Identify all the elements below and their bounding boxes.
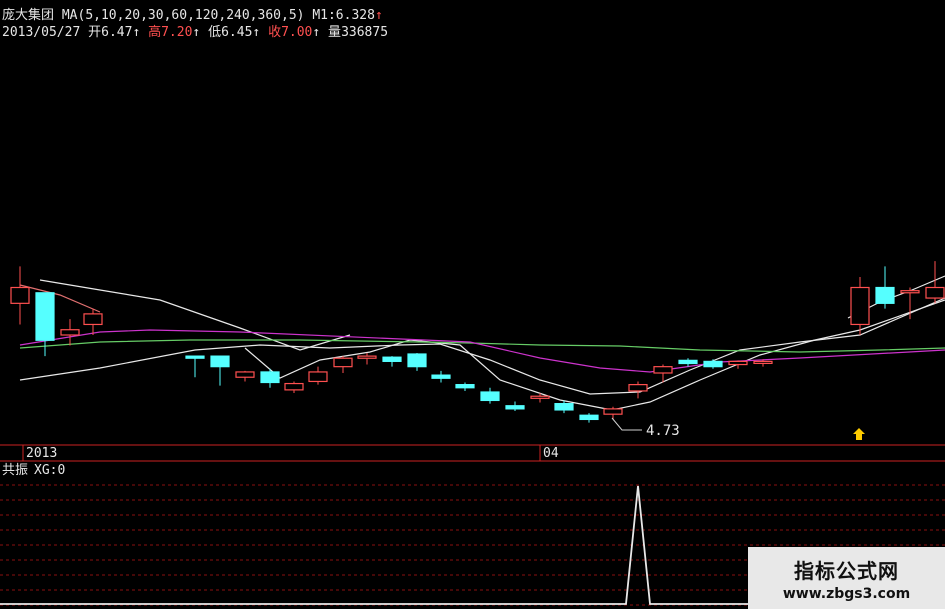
candle [628, 381, 648, 399]
candle [875, 266, 895, 309]
candle [235, 370, 255, 382]
month-label: 04 [543, 446, 559, 461]
candle [308, 366, 328, 385]
open-value: 6.47 [101, 25, 133, 40]
ma-white-1 [19, 297, 945, 395]
candle [703, 359, 723, 369]
watermark-title: 指标公式网 [794, 558, 899, 583]
high-arrow-icon: ↑ [192, 25, 201, 40]
candle [480, 387, 500, 404]
candle [60, 319, 80, 346]
watermark: 指标公式网 www.zbgs3.com [748, 547, 945, 609]
candle [728, 360, 748, 369]
candle [455, 382, 475, 391]
volume-value: 336875 [341, 25, 389, 40]
candle [431, 370, 451, 383]
candle [925, 261, 945, 304]
candle [260, 368, 280, 388]
stock-chart[interactable]: 4.73 2013 04 共振 XG:0 [0, 0, 945, 609]
candle [210, 355, 230, 386]
indicator-value: XG:0 [34, 463, 65, 478]
m1-value: M1:6.328 [312, 8, 375, 23]
high-value: 7.20 [161, 25, 193, 40]
candle [284, 381, 304, 394]
ma-purple [19, 329, 945, 373]
quote-date: 2013/05/27 [2, 25, 81, 40]
candle [530, 393, 550, 403]
signal-arrow-icon[interactable] [853, 428, 865, 440]
candle [653, 364, 673, 383]
candle [579, 413, 599, 423]
moving-average-lines [19, 275, 945, 411]
candle [83, 308, 103, 335]
candle [333, 356, 353, 373]
volume-label: 量 [328, 25, 342, 40]
close-label: 收 [268, 25, 282, 40]
low-price-annotation: 4.73 [611, 417, 680, 439]
candle [505, 401, 525, 411]
low-price-label: 4.73 [646, 423, 680, 439]
ma-parameters: MA(5,10,20,30,60,120,240,360,5) [61, 8, 305, 23]
open-arrow-icon: ↑ [132, 25, 141, 40]
candle [407, 352, 427, 371]
close-arrow-icon: ↑ [312, 25, 321, 40]
stock-header-line1: 庞大集团 MA(5,10,20,30,60,120,240,360,5) M1:… [2, 8, 383, 23]
year-label: 2013 [26, 446, 57, 461]
stock-header-line2: 2013/05/27 开6.47↑ 高7.20↑ 低6.45↑ 收7.00↑ 量… [2, 25, 388, 40]
close-value: 7.00 [281, 25, 313, 40]
time-axis: 2013 04 [0, 444, 945, 462]
candle [357, 352, 377, 365]
indicator-title: 共振 [2, 463, 28, 478]
low-label: 低 [208, 25, 222, 40]
candle [185, 355, 205, 378]
ma-pink [19, 284, 101, 313]
candle [603, 406, 623, 420]
open-label: 开 [88, 25, 102, 40]
stock-name: 庞大集团 [2, 8, 55, 23]
watermark-url: www.zbgs3.com [782, 585, 911, 602]
low-arrow-icon: ↑ [252, 25, 261, 40]
candle [382, 356, 402, 367]
low-value: 6.45 [221, 25, 253, 40]
high-label: 高 [148, 25, 162, 40]
candle [850, 276, 870, 335]
m1-up-arrow-icon: ↑ [374, 8, 383, 23]
candle [10, 266, 30, 325]
